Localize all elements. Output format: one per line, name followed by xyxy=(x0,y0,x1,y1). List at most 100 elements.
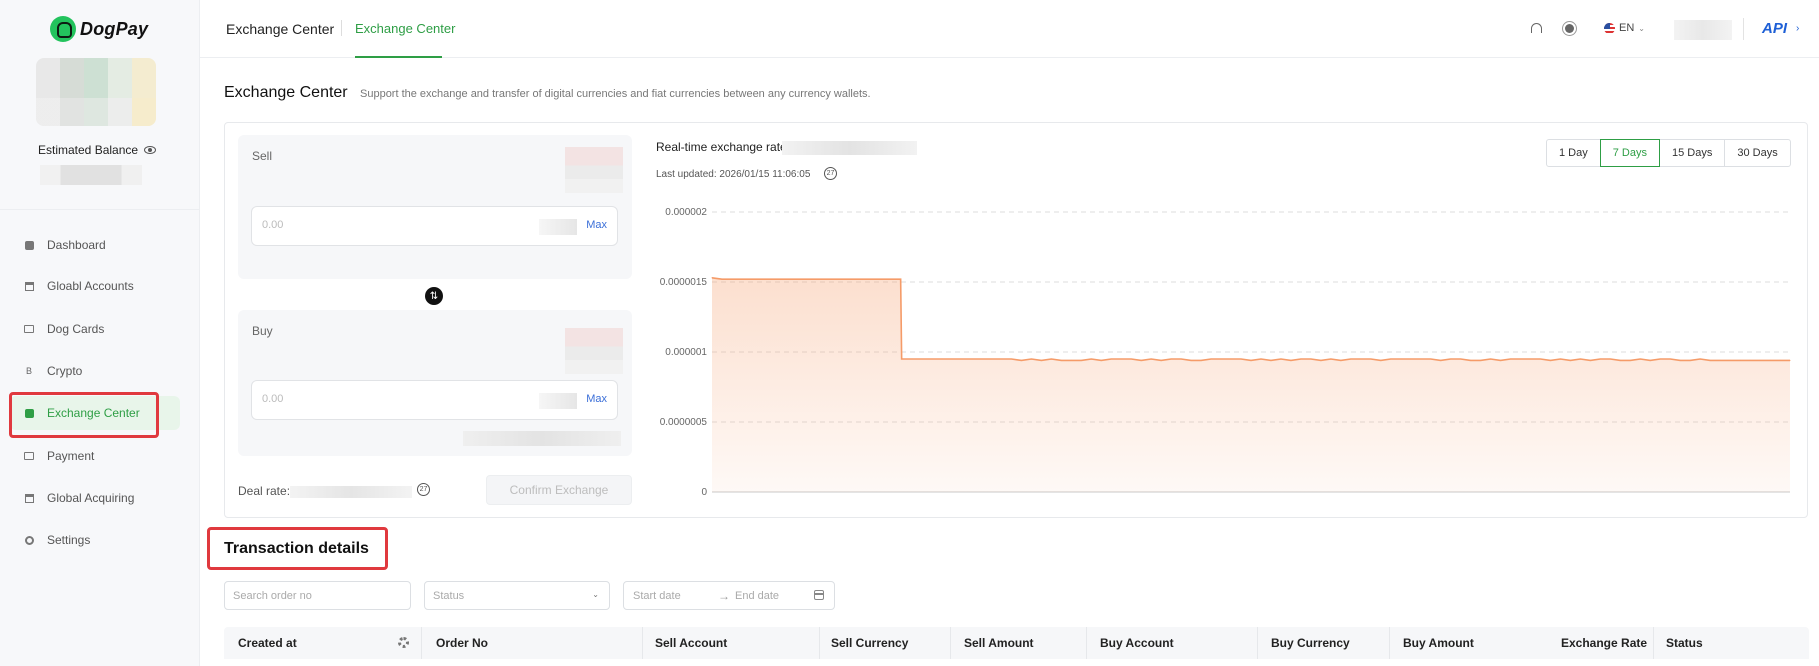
highlight-box-transaction-details xyxy=(207,527,388,570)
sidebar-item-payment[interactable]: Payment xyxy=(10,439,180,473)
date-range-picker[interactable]: Start date → End date xyxy=(623,581,835,610)
start-date-placeholder[interactable]: Start date xyxy=(633,590,681,602)
sidebar-item-global-acquiring[interactable]: Global Acquiring xyxy=(10,481,180,515)
swap-icon[interactable]: ⇅ xyxy=(425,287,443,305)
range-15-days[interactable]: 15 Days xyxy=(1659,139,1726,167)
buy-amount-input[interactable] xyxy=(262,393,462,405)
data-point xyxy=(1599,358,1601,360)
data-point xyxy=(1080,359,1082,361)
language-selector[interactable]: EN ⌄ xyxy=(1604,22,1645,34)
data-point xyxy=(1589,359,1591,361)
sidebar-item-label: Dashboard xyxy=(47,238,106,252)
data-point xyxy=(1150,358,1152,360)
data-point xyxy=(1769,359,1771,361)
top-bar: Exchange Center Exchange Center EN ⌄ API… xyxy=(200,0,1819,58)
confirm-exchange-button[interactable]: Confirm Exchange xyxy=(486,475,632,505)
data-point xyxy=(821,278,823,280)
data-point xyxy=(1649,359,1651,361)
sell-max-button[interactable]: Max xyxy=(586,219,607,231)
y-tick-label: 0.0000015 xyxy=(660,277,708,288)
data-point xyxy=(1310,358,1312,360)
data-point xyxy=(1180,358,1182,360)
logo[interactable]: DogPay xyxy=(50,16,148,42)
data-point xyxy=(811,278,813,280)
page-subtitle: Support the exchange and transfer of dig… xyxy=(360,88,871,100)
chevron-down-icon: ⌄ xyxy=(1638,23,1645,33)
settings-icon xyxy=(24,535,34,545)
data-point xyxy=(1539,358,1541,360)
status-select[interactable]: Status ⌄ xyxy=(424,581,610,610)
api-link[interactable]: API xyxy=(1762,20,1787,37)
data-point xyxy=(1400,358,1402,360)
data-point xyxy=(1579,358,1581,360)
end-date-placeholder[interactable]: End date xyxy=(735,590,779,602)
sidebar-item-crypto[interactable]: B Crypto xyxy=(10,354,180,388)
sidebar-item-settings[interactable]: Settings xyxy=(10,523,180,557)
highlight-box-exchange-center xyxy=(9,392,159,438)
sell-amount-field[interactable]: Max xyxy=(251,206,618,246)
data-point xyxy=(941,358,943,360)
payment-icon xyxy=(24,451,34,461)
headset-icon[interactable] xyxy=(1531,23,1542,33)
buy-currency-redacted[interactable] xyxy=(565,328,623,374)
breadcrumb-root[interactable]: Exchange Center xyxy=(226,21,334,37)
column-buy-account: Buy Account xyxy=(1100,636,1174,650)
range-30-days[interactable]: 30 Days xyxy=(1724,139,1791,167)
sidebar-item-dashboard[interactable]: Dashboard xyxy=(10,228,180,262)
user-menu-redacted[interactable] xyxy=(1674,20,1732,40)
data-point xyxy=(1749,359,1751,361)
sidebar-item-global-accounts[interactable]: Gloabl Accounts xyxy=(10,269,180,303)
sidebar-item-dog-cards[interactable]: Dog Cards xyxy=(10,312,180,346)
range-7-days[interactable]: 7 Days xyxy=(1599,139,1660,167)
range-1-day[interactable]: 1 Day xyxy=(1546,139,1601,167)
column-sell-amount: Sell Amount xyxy=(964,636,1034,650)
sidebar-divider xyxy=(0,209,200,210)
data-point xyxy=(1789,359,1791,361)
sidebar-item-label: Dog Cards xyxy=(47,322,105,336)
dashboard-icon xyxy=(24,240,34,250)
data-point xyxy=(831,278,833,280)
data-point xyxy=(1300,358,1302,360)
data-point xyxy=(1619,359,1621,361)
data-point xyxy=(1390,358,1392,360)
tab-exchange-center[interactable]: Exchange Center xyxy=(355,21,455,36)
buy-max-button[interactable]: Max xyxy=(586,393,607,405)
search-order-field[interactable] xyxy=(224,581,411,610)
time-range-selector: 1 Day 7 Days 15 Days 30 Days xyxy=(1546,139,1791,167)
data-point xyxy=(1529,358,1531,360)
theme-toggle-icon[interactable] xyxy=(1565,24,1574,33)
column-divider xyxy=(642,627,643,659)
data-point xyxy=(861,278,863,280)
data-point xyxy=(1340,359,1342,361)
column-buy-amount: Buy Amount xyxy=(1403,636,1474,650)
data-point xyxy=(1779,359,1781,361)
realtime-rate-value-redacted xyxy=(782,141,917,155)
search-order-input[interactable] xyxy=(233,590,393,602)
data-point xyxy=(761,278,763,280)
data-point xyxy=(1140,359,1142,361)
data-point xyxy=(1120,358,1122,360)
column-exchange-rate: Exchange Rate xyxy=(1561,636,1648,650)
page-title: Exchange Center xyxy=(224,84,348,101)
data-point xyxy=(1090,358,1092,360)
bitcoin-icon: B xyxy=(25,366,32,376)
data-point xyxy=(1190,359,1192,361)
buy-amount-field[interactable]: Max xyxy=(251,380,618,420)
buy-info-redacted xyxy=(463,431,621,446)
data-point xyxy=(1330,358,1332,360)
sell-currency-redacted[interactable] xyxy=(565,147,623,193)
estimated-balance-label: Estimated Balance xyxy=(38,143,139,157)
data-point xyxy=(1370,358,1372,360)
data-point xyxy=(1569,359,1571,361)
avatar[interactable] xyxy=(36,58,156,126)
eye-icon[interactable] xyxy=(144,146,157,154)
data-point xyxy=(741,278,743,280)
data-point xyxy=(731,278,733,280)
sell-amount-input[interactable] xyxy=(262,219,462,231)
data-point xyxy=(1739,359,1741,361)
data-point xyxy=(1160,359,1162,361)
data-point xyxy=(1200,359,1202,361)
gear-icon[interactable] xyxy=(398,637,409,648)
sidebar-item-label: Payment xyxy=(47,449,95,463)
rate-area xyxy=(712,277,1790,492)
